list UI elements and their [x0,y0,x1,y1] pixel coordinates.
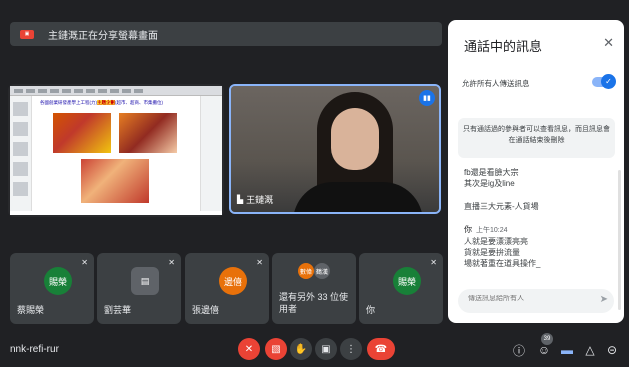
mic-off-icon: ✕ [168,258,175,267]
activities-icon: △ [585,343,595,357]
mini-avatar: 數偉 [298,263,314,279]
chat-icon: ▬ [561,343,573,357]
speaker-name-label: ▙ 王鏈溉 [237,193,273,206]
present-icon: ▣ [321,343,331,355]
chat-panel-title: 通話中的訊息 [464,39,543,54]
shared-screen-tile[interactable]: 各國創業研發產學上工程(力)主題企劃(超市、超商、市集攤位) [8,84,224,217]
chat-messages: fb還是看臉大宗 其次是ig及line 直播三大元素-人貨場 你上午10:24 … [464,167,614,281]
mic-off-icon: ✕ [430,258,437,267]
avatar: 賜榮 [44,267,72,295]
participant-tile[interactable]: ✕ 邊僖 張邊僖 [185,253,269,324]
shared-document-title: 各國創業研發產學上工程(力)主題企劃(超市、超商、市集攤位) [40,100,163,105]
more-options-button[interactable]: ⋮ [340,338,362,360]
participant-name: 你 [366,305,376,315]
camera-off-icon: ▧ [271,343,281,355]
presenting-text: 主鏈溉正在分享螢幕畫面 [48,30,158,42]
speaker-face [331,108,379,170]
people-icon: ☺ [537,343,551,357]
chat-message: 直播三大元素-人貨場 [464,202,539,211]
message-time: 上午10:24 [476,227,508,234]
mic-off-icon: ✕ [244,343,254,355]
host-controls-button[interactable]: ⊝ [603,341,621,359]
participant-name: 劉芸華 [104,305,132,315]
avatar: ▤ [131,267,159,295]
speaker-body [293,182,423,212]
chat-message: fb還是看臉大宗 其次是ig及line [464,168,519,188]
participant-tile[interactable]: ✕ ▤ 劉芸華 [97,253,181,324]
more-vert-icon: ⋮ [346,343,356,355]
chat-notice: 只有通話過的參與者可以查看訊息，而且訊息會在通話結束後刪除 [458,118,615,158]
document-photo [118,112,178,154]
meeting-details-button[interactable]: ⓘ [510,341,528,359]
active-speaker-tile[interactable]: ▮▮ ▙ 王鏈溉 [229,84,441,214]
allow-messages-toggle[interactable] [592,74,616,89]
avatar: 邊僖 [219,267,247,295]
avatar: 賜榮 [393,267,421,295]
shared-screen-content: 各國創業研發產學上工程(力)主題企劃(超市、超商、市集攤位) [10,86,222,215]
info-icon: ⓘ [512,343,525,358]
participant-tile-self[interactable]: ✕ 賜榮 你 [359,253,443,324]
mini-avatar: 鶴漢 [314,263,330,279]
shared-screen-toolbar [10,86,222,96]
chat-message: 你上午10:24 人就是要漂漂亮亮 貨就是要拚流量 場就著重在道具操作_ [464,224,614,269]
chat-scrollbar[interactable] [618,170,621,310]
raise-hand-button[interactable]: ✋ [290,338,312,360]
allow-messages-label: 允許所有人傳送訊息 [462,79,530,88]
participant-name: 張邊僖 [192,305,220,315]
activities-button[interactable]: △ [581,341,599,359]
mic-off-icon: ✕ [81,258,88,267]
more-participants-tile[interactable]: 數偉 鶴漢 還有另外 33 位使用者 [272,253,356,324]
hand-icon: ✋ [294,343,308,355]
chat-panel: 通話中的訊息 ✕ 允許所有人傳送訊息 只有通話過的參與者可以查看訊息，而且訊息會… [448,20,624,323]
shared-screen-panel [200,96,222,211]
shared-document: 各國創業研發產學上工程(力)主題企劃(超市、超商、市集攤位) [40,100,190,210]
send-icon[interactable]: ➤ [600,294,608,305]
mic-off-icon: ✕ [256,258,263,267]
presenting-banner: ▣ 主鏈溉正在分享螢幕畫面 [10,22,442,46]
participant-name: 蔡賜榮 [17,305,45,315]
document-photo [52,112,112,154]
speaker-name: 王鏈溉 [246,195,274,205]
more-participants-label: 還有另外 33 位使用者 [279,292,349,314]
speaking-indicator-icon: ▮▮ [419,90,435,106]
present-button[interactable]: ▣ [315,338,337,360]
participant-tile[interactable]: ✕ 賜榮 蔡賜榮 [10,253,94,324]
present-icon: ▙ [237,195,244,204]
meeting-code: nnk-refi-rur [10,344,59,355]
message-sender: 你上午10:24 [464,225,508,234]
hang-up-icon: ☎ [374,343,388,355]
camera-toggle-button[interactable]: ▧ [265,338,287,360]
document-photo [80,158,150,204]
shared-screen-sidebar [10,96,32,211]
mic-toggle-button[interactable]: ✕ [238,338,260,360]
leave-call-button[interactable]: ☎ [367,338,395,360]
lock-icon: ⊝ [606,343,618,357]
chat-input[interactable] [468,295,588,302]
participant-count-badge: 39 [541,333,553,345]
present-screen-icon: ▣ [20,29,34,39]
close-icon[interactable]: ✕ [603,35,614,51]
chat-input-container[interactable]: ➤ [458,289,614,313]
chat-button[interactable]: ▬ [558,341,576,359]
